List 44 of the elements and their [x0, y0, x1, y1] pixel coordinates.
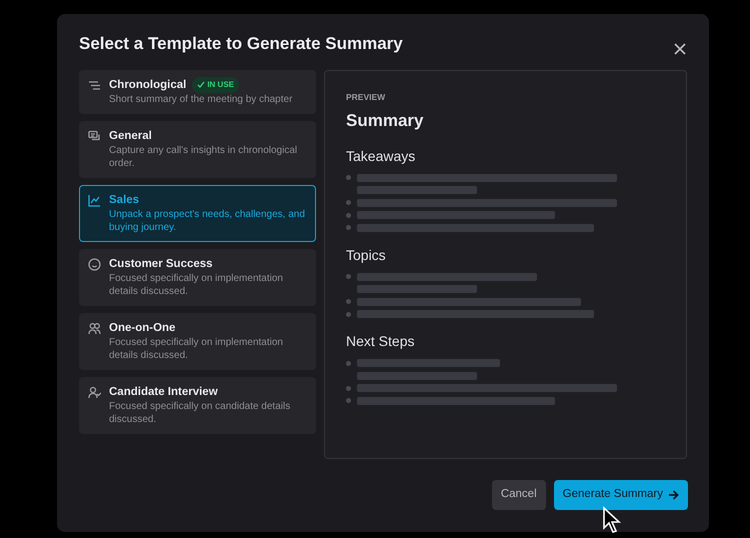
- template-description: Focused specifically on implementation details discussed.: [109, 336, 284, 362]
- person-icon: [88, 386, 101, 400]
- arrow-icon: [668, 490, 679, 500]
- template-option[interactable]: Candidate Interview Focused specifically on candidate details discussed.: [79, 377, 316, 434]
- template-option[interactable]: General Capture any call's insights in chronological order.: [79, 121, 316, 178]
- bullet-dot: [346, 212, 351, 218]
- bullet-dot: [346, 299, 351, 304]
- generate-button[interactable]: Generate Summary: [554, 480, 688, 510]
- template-name: Chronological: [109, 78, 186, 94]
- bullet-dot: [346, 274, 351, 280]
- close-icon: [674, 42, 686, 55]
- bullet-dot: [346, 360, 351, 366]
- template-name: Customer Success: [109, 257, 213, 272]
- template-option[interactable]: One-on-One Focused specifically on implementation details discussed.: [79, 313, 316, 370]
- preview-title: Summary: [346, 110, 424, 132]
- template-option[interactable]: Customer Success Focused specifically on implementation details discussed.: [79, 249, 316, 306]
- bullet-dot: [346, 200, 351, 206]
- template-description: Focused specifically on candidate details discussed.: [109, 400, 292, 426]
- template-description: Unpack a prospect's needs, challenges, and buying journey.: [109, 208, 306, 234]
- template-option[interactable]: Sales Unpack a prospect's needs, challenges, and buying journey.: [79, 185, 316, 242]
- lines-icon: [88, 79, 101, 92]
- preview-label: PREVIEW: [346, 91, 386, 104]
- dialog-title: Select a Template to Generate Summary: [79, 34, 403, 54]
- in-use-badge: IN USE: [192, 77, 239, 94]
- smiley-icon: [88, 258, 101, 272]
- template-description: Focused specifically on implementation details discussed.: [109, 272, 284, 298]
- bullet-dot: [346, 175, 351, 180]
- template-name: Sales: [109, 193, 140, 208]
- bullet-dot: [346, 398, 351, 404]
- template-description: Capture any call's insights in chronological order.: [109, 144, 298, 170]
- cancel-button[interactable]: Cancel: [492, 480, 546, 510]
- people-icon: [88, 322, 101, 336]
- template-name: Candidate Interview: [109, 385, 218, 400]
- template-name: General: [109, 129, 152, 144]
- bullet-dot: [346, 312, 351, 317]
- section-heading: Next Steps: [346, 332, 416, 352]
- template-option[interactable]: Chronological IN USE Short summary of the meeting by chapter: [79, 70, 316, 114]
- bullet-dot: [346, 225, 351, 230]
- template-description: Short summary of the meeting by chapter: [109, 93, 294, 106]
- bullet-dot: [346, 386, 351, 391]
- template-name: One-on-One: [109, 321, 176, 336]
- section-heading: Takeaways: [346, 146, 416, 166]
- section-heading: Topics: [346, 246, 387, 265]
- chart-icon: [88, 194, 101, 208]
